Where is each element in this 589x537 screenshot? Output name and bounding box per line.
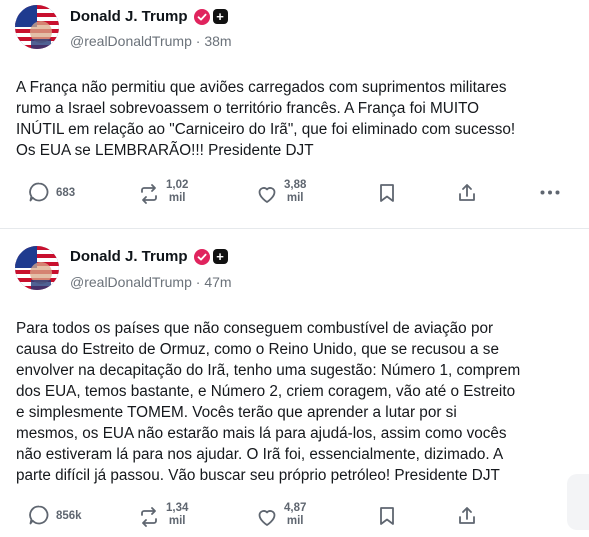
like-count-unit: mil	[286, 192, 304, 204]
post-text: A França não permitiu que aviões carrega…	[16, 79, 516, 159]
like-count-value: 4,87	[284, 502, 307, 514]
reply-count: 856k	[56, 510, 82, 522]
repost-count-unit: mil	[168, 515, 186, 527]
author-row: Donald J. Trump +	[70, 8, 228, 25]
post-1: Donald J. Trump + @realDonaldTrump · 38m…	[0, 0, 589, 228]
repost-icon	[138, 179, 160, 205]
separator: ·	[195, 33, 201, 49]
like-count: 4,87 mil	[284, 502, 306, 528]
plus-badge-icon: +	[212, 249, 228, 264]
share-button[interactable]	[458, 183, 476, 203]
bookmark-button[interactable]	[378, 183, 396, 203]
like-button[interactable]: 3,88 mil	[256, 179, 306, 205]
author-name[interactable]: Donald J. Trump	[70, 248, 188, 265]
repost-count: 1,02 mil	[166, 179, 188, 205]
like-count-value: 3,88	[284, 179, 307, 191]
repost-count-unit: mil	[168, 192, 186, 204]
action-bar: 683 1,02 mil 3,88 mil	[0, 174, 589, 214]
post-2: Donald J. Trump + @realDonaldTrump · 47m…	[0, 229, 589, 530]
like-button[interactable]: 4,87 mil	[256, 502, 306, 528]
like-count: 3,88 mil	[284, 179, 306, 205]
reply-button[interactable]: 856k	[28, 504, 82, 526]
post-text: Para todos os países que não conseguem c…	[16, 320, 521, 484]
author-handle[interactable]: @realDonaldTrump	[70, 274, 192, 290]
more-options-button[interactable]	[540, 190, 560, 195]
action-bar: 856k 1,34 mil 4,87 mil	[0, 497, 589, 537]
author-handle[interactable]: @realDonaldTrump	[70, 33, 192, 49]
share-icon	[458, 183, 476, 203]
handle-row: @realDonaldTrump · 47m	[70, 274, 232, 290]
separator: ·	[195, 274, 201, 290]
bookmark-button[interactable]	[378, 506, 396, 526]
share-icon	[458, 506, 476, 526]
author-name[interactable]: Donald J. Trump	[70, 8, 188, 25]
more-icon	[540, 190, 560, 195]
handle-row: @realDonaldTrump · 38m	[70, 33, 232, 49]
reply-count: 683	[56, 187, 76, 199]
like-count-unit: mil	[286, 515, 304, 527]
bookmark-icon	[378, 506, 396, 526]
heart-icon	[256, 179, 278, 205]
verified-badge-icon	[193, 8, 210, 25]
avatar[interactable]	[15, 5, 59, 49]
avatar[interactable]	[15, 246, 59, 290]
scroll-to-top-button[interactable]	[567, 474, 589, 530]
repost-count-value: 1,02	[166, 179, 189, 191]
author-row: Donald J. Trump +	[70, 248, 228, 265]
repost-icon	[138, 502, 160, 528]
post-time[interactable]: 38m	[204, 33, 231, 49]
repost-button[interactable]: 1,02 mil	[138, 179, 188, 205]
reply-icon	[28, 181, 50, 203]
reply-button[interactable]: 683	[28, 181, 75, 203]
bookmark-icon	[378, 183, 396, 203]
reply-icon	[28, 504, 50, 526]
repost-button[interactable]: 1,34 mil	[138, 502, 188, 528]
plus-badge-icon: +	[212, 9, 228, 24]
post-time[interactable]: 47m	[204, 274, 231, 290]
share-button[interactable]	[458, 506, 476, 526]
heart-icon	[256, 502, 278, 528]
repost-count-value: 1,34	[166, 502, 189, 514]
repost-count: 1,34 mil	[166, 502, 188, 528]
verified-badge-icon	[193, 248, 210, 265]
